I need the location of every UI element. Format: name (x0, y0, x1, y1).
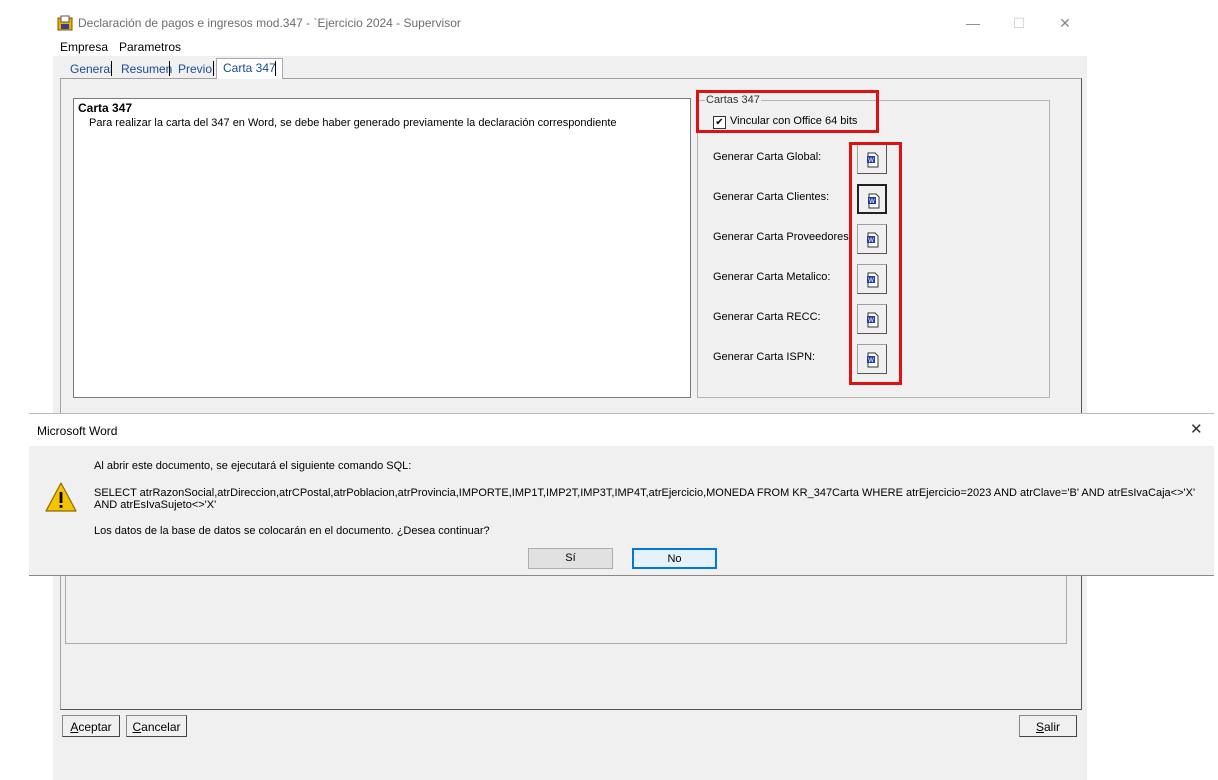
dialog-title: Microsoft Word (37, 424, 118, 438)
maximize-button[interactable]: ☐ (1004, 10, 1034, 36)
dialog-title-bar (29, 414, 1214, 446)
aceptar-button[interactable]: Aceptar (62, 715, 120, 737)
dialog-message: Al abrir este documento, se ejecutará el… (94, 460, 412, 472)
cancelar-mnemonic: C (132, 720, 142, 734)
tab-separator (213, 61, 214, 76)
dialog-close-button[interactable]: ✕ (1190, 420, 1203, 438)
highlight-buttons-box (849, 142, 902, 385)
dialog-question: Los datos de la base de datos se colocar… (94, 525, 490, 537)
label-carta-clientes: Generar Carta Clientes: (713, 191, 830, 203)
close-button[interactable]: ✕ (1050, 10, 1080, 36)
label-carta-metalico: Generar Carta Metalico: (713, 271, 831, 283)
info-title: Carta 347 (78, 101, 133, 115)
label-carta-recc: Generar Carta RECC: (713, 311, 821, 323)
salir-label: alir (1044, 720, 1061, 734)
dialog-yes-button[interactable]: Sí (528, 548, 613, 569)
tab-separator (111, 61, 112, 76)
window-title: Declaración de pagos e ingresos mod.347 … (78, 16, 461, 30)
lower-panel (65, 568, 1067, 644)
label-carta-global: Generar Carta Global: (713, 151, 822, 163)
salir-mnemonic: S (1035, 720, 1044, 734)
info-text: Para realizar la carta del 347 en Word, … (89, 117, 617, 129)
tab-separator (169, 61, 170, 76)
tab-carta-347[interactable]: Carta 347 (216, 58, 283, 79)
dialog-no-button[interactable]: No (632, 548, 717, 569)
tab-general[interactable]: General (70, 60, 113, 78)
menu-empresa[interactable]: Empresa (60, 40, 108, 54)
menu-bar (53, 40, 1087, 56)
salir-button[interactable]: Salir (1019, 715, 1077, 737)
label-carta-ispn: Generar Carta ISPN: (713, 351, 816, 363)
dialog-sql-command: SELECT atrRazonSocial,atrDireccion,atrCP… (94, 487, 1196, 511)
highlight-checkbox-box (696, 90, 879, 133)
tab-separator (275, 61, 276, 76)
cancelar-button[interactable]: Cancelar (126, 715, 187, 737)
tab-resumen[interactable]: Resumen (121, 60, 173, 78)
label-carta-proveedores: Generar Carta Proveedores: (713, 231, 852, 243)
tab-previo[interactable]: Previo (178, 60, 213, 78)
aceptar-label: ceptar (78, 720, 112, 734)
warning-icon (44, 481, 78, 516)
minimize-button[interactable]: — (958, 10, 988, 36)
app-icon (57, 15, 73, 31)
info-panel (73, 98, 691, 398)
cancelar-label: ancelar (141, 720, 181, 734)
menu-parametros[interactable]: Parametros (119, 40, 181, 54)
